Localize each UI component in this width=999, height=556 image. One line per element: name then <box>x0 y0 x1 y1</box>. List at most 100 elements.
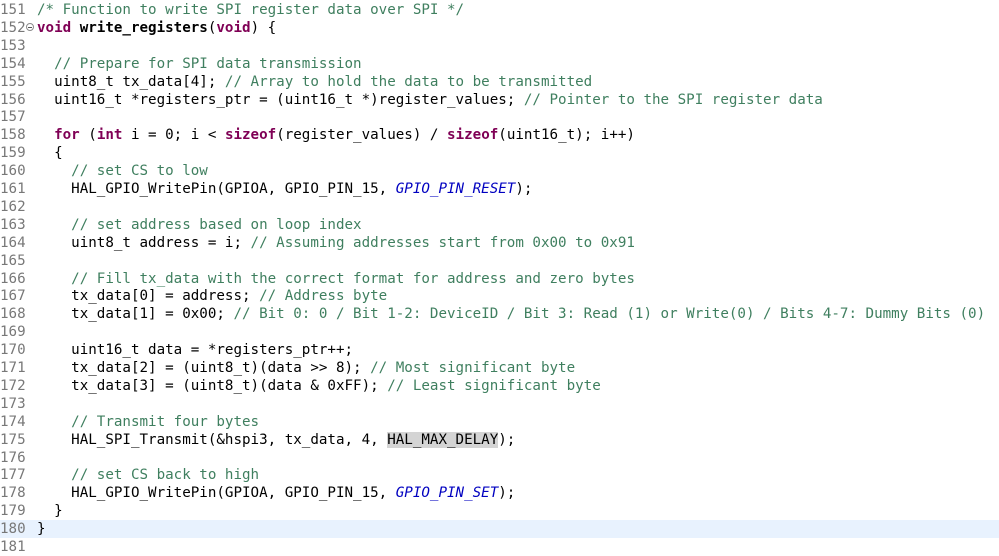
code-line[interactable]: 158 for (int i = 0; i < sizeof(register_… <box>0 126 999 144</box>
code-text: for (int i = 0; i < sizeof(register_valu… <box>37 126 635 144</box>
code-line[interactable]: 167 tx_data[0] = address; // Address byt… <box>0 287 999 305</box>
code-line[interactable]: 171 tx_data[2] = (uint8_t)(data >> 8); /… <box>0 359 999 377</box>
line-number: 165 <box>0 252 26 269</box>
code-token: uint16_t *registers_ptr = (uint16_t *)re… <box>37 91 524 108</box>
line-number: 156 <box>0 91 26 108</box>
code-editor[interactable]: 151 /* Function to write SPI register dat… <box>0 0 999 555</box>
code-text: uint16_t data = *registers_ptr++; <box>37 341 353 359</box>
code-line[interactable]: 177 // set CS back to high <box>0 466 999 484</box>
code-text: void write_registers(void) { <box>37 19 276 37</box>
line-number: 180 <box>0 521 26 538</box>
code-line[interactable]: 162 <box>0 198 999 216</box>
code-token: uint8_t address = i; <box>37 234 251 251</box>
line-number: 177 <box>0 467 26 484</box>
code-token: HAL_GPIO_WritePin(GPIOA, GPIO_PIN_15, <box>37 181 396 197</box>
line-number: 174 <box>0 413 26 430</box>
line-number: 160 <box>0 163 26 180</box>
code-line[interactable]: 169 <box>0 323 999 341</box>
code-line[interactable]: 153 <box>0 37 999 55</box>
code-token: } <box>37 521 46 538</box>
code-line[interactable]: 170 uint16_t data = *registers_ptr++; <box>0 341 999 359</box>
code-text: uint8_t address = i; // Assuming address… <box>37 234 635 252</box>
line-number: 172 <box>0 377 26 394</box>
code-line[interactable]: 180} <box>0 520 999 539</box>
code-line[interactable]: 151 /* Function to write SPI register dat… <box>0 1 999 19</box>
code-text: HAL_GPIO_WritePin(GPIOA, GPIO_PIN_15, GP… <box>37 484 515 502</box>
code-keyword: for <box>54 127 80 144</box>
code-comment: // Address byte <box>259 288 388 305</box>
code-text: // set address based on loop index <box>37 216 361 234</box>
code-line[interactable]: 179 } <box>0 502 999 520</box>
line-number: 167 <box>0 288 26 305</box>
code-token: ( <box>79 127 97 144</box>
code-line[interactable]: 160 // set CS to low <box>0 162 999 180</box>
code-keyword: void <box>37 19 72 36</box>
code-line[interactable]: 154 // Prepare for SPI data transmission <box>0 55 999 73</box>
code-line[interactable]: 159 { <box>0 144 999 162</box>
code-line[interactable]: 152 void write_registers(void) { <box>0 19 999 37</box>
code-text: // Transmit four bytes <box>37 413 259 431</box>
code-line[interactable]: 166 // Fill tx_data with the correct for… <box>0 270 999 288</box>
code-text: } <box>37 502 63 520</box>
code-line[interactable]: 173 <box>0 395 999 413</box>
code-line[interactable]: 164 uint8_t address = i; // Assuming add… <box>0 234 999 252</box>
code-line[interactable]: 178 HAL_GPIO_WritePin(GPIOA, GPIO_PIN_15… <box>0 484 999 502</box>
code-highlight: HAL_MAX_DELAY <box>387 431 499 448</box>
code-line[interactable]: 155 uint8_t tx_data[4]; // Array to hold… <box>0 73 999 91</box>
code-text: /* Function to write SPI register data o… <box>37 1 464 19</box>
code-line[interactable]: 172 tx_data[3] = (uint8_t)(data & 0xFF);… <box>0 377 999 395</box>
line-number: 171 <box>0 360 26 376</box>
line-number: 162 <box>0 198 26 215</box>
code-keyword: void <box>216 19 251 36</box>
code-comment: // Pointer to the SPI register data <box>523 91 823 108</box>
code-token: tx_data[1] = 0x00; <box>37 306 234 323</box>
line-number: 161 <box>0 181 26 197</box>
code-line[interactable]: 165 <box>0 252 999 270</box>
code-line[interactable]: 176 <box>0 449 999 467</box>
line-number: 153 <box>0 37 26 54</box>
code-text: uint8_t tx_data[4]; // Array to hold the… <box>37 73 592 91</box>
code-line[interactable]: 181 <box>0 538 999 556</box>
code-keyword: int <box>96 127 123 144</box>
code-token: ); <box>498 431 516 448</box>
fold-collapse-icon[interactable] <box>26 22 34 31</box>
line-number: 163 <box>0 216 26 233</box>
line-number: 164 <box>0 234 26 251</box>
line-number: 157 <box>0 109 26 126</box>
code-line[interactable]: 168 tx_data[1] = 0x00; // Bit 0: 0 / Bit… <box>0 305 999 323</box>
code-comment: // set CS to low <box>71 163 208 180</box>
line-number: 170 <box>0 342 26 359</box>
line-number: 168 <box>0 306 26 323</box>
code-token: uint16_t data = *registers_ptr++; <box>37 342 354 359</box>
code-line[interactable]: 163 // set address based on loop index <box>0 216 999 234</box>
code-line[interactable]: 157 <box>0 108 999 126</box>
code-line[interactable]: 174 // Transmit four bytes <box>0 413 999 431</box>
code-token: ); <box>498 485 516 502</box>
code-line[interactable]: 156 uint16_t *registers_ptr = (uint16_t … <box>0 91 999 109</box>
line-number: 178 <box>0 485 26 502</box>
line-number: 154 <box>0 55 26 72</box>
code-token: { <box>37 145 63 162</box>
code-line[interactable]: 161 HAL_GPIO_WritePin(GPIOA, GPIO_PIN_15… <box>0 180 999 198</box>
line-number: 155 <box>0 73 26 90</box>
code-text: // set CS to low <box>37 162 208 180</box>
code-text: { <box>37 144 63 162</box>
code-comment: // Array to hold the data to be transmit… <box>224 73 593 90</box>
code-token: HAL_GPIO_WritePin(GPIOA, GPIO_PIN_15, <box>37 485 396 502</box>
line-number: 179 <box>0 503 26 520</box>
code-text: tx_data[1] = 0x00; // Bit 0: 0 / Bit 1-2… <box>37 305 985 323</box>
code-token: uint8_t tx_data[4]; <box>37 73 225 90</box>
code-macro: GPIO_PIN_SET <box>395 485 499 502</box>
code-comment: // Prepare for SPI data transmission <box>54 55 362 72</box>
code-line[interactable]: 175 HAL_SPI_Transmit(&hspi3, tx_data, 4,… <box>0 431 999 449</box>
code-comment: // Transmit four bytes <box>71 413 260 430</box>
line-number: 173 <box>0 395 26 412</box>
code-text: HAL_GPIO_WritePin(GPIOA, GPIO_PIN_15, GP… <box>37 180 532 198</box>
